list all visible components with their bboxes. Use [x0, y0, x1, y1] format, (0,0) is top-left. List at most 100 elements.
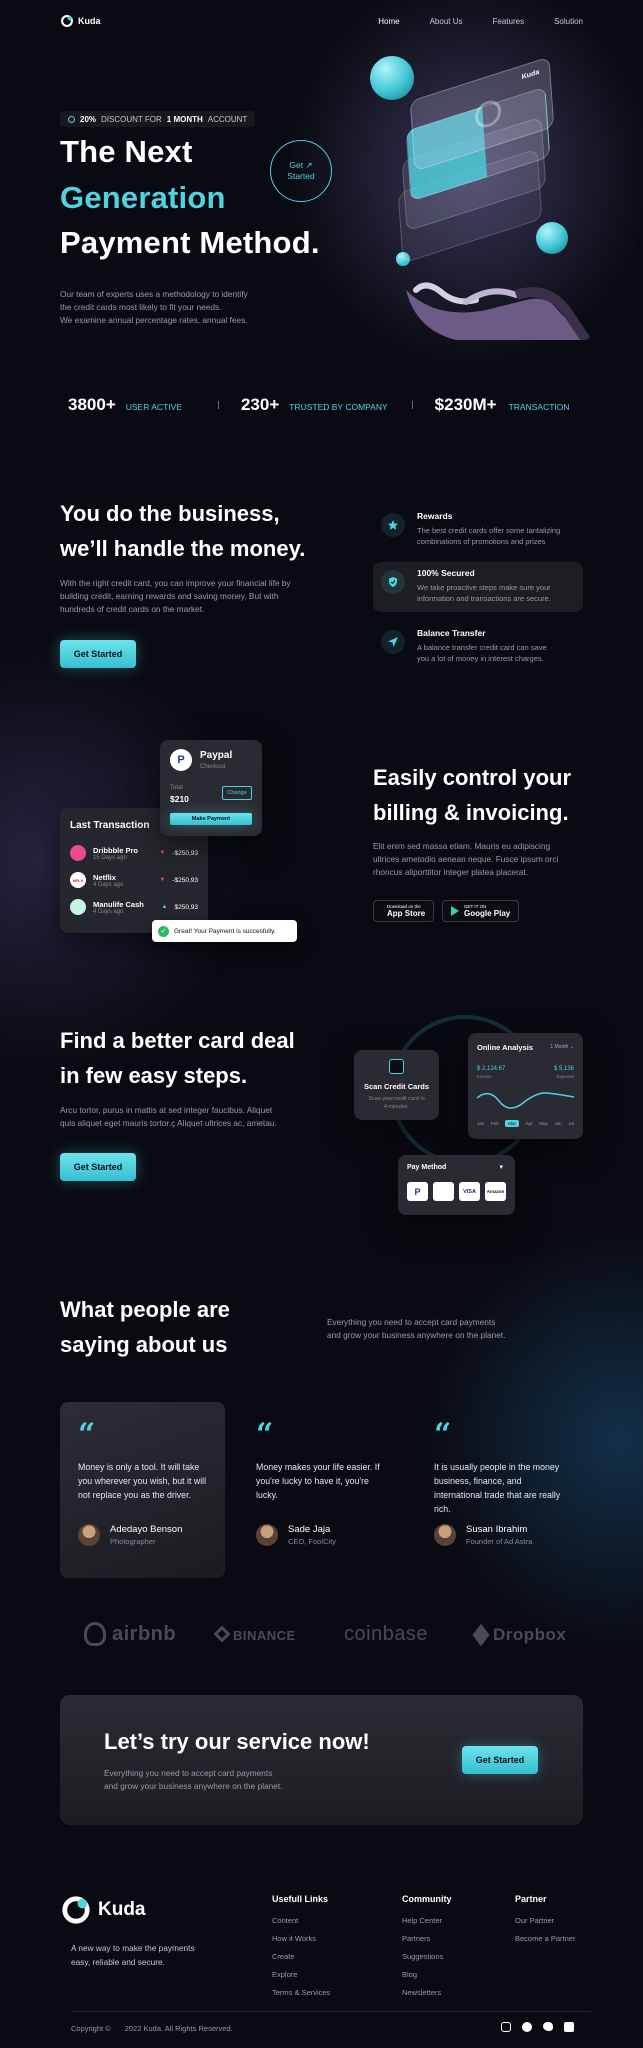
footer-link[interactable]: Suggestions [402, 1952, 452, 1961]
steps-get-started-button[interactable]: Get Started [60, 1153, 136, 1181]
testimonials-description: Everything you need to accept card payme… [327, 1316, 547, 1342]
footer-link[interactable]: Explore [272, 1970, 330, 1979]
amazon-option-icon[interactable]: Amazon [485, 1182, 506, 1201]
business-get-started-button[interactable]: Get Started [60, 640, 136, 668]
month-label[interactable]: Apr [526, 1121, 533, 1127]
paypal-checkout-card: P Paypal Checkout Total $210 Change Make… [160, 740, 262, 836]
transaction-row: Manulife Cash 4 Days ago ▲ $250,93 [70, 899, 198, 915]
facebook-icon[interactable] [522, 2022, 532, 2032]
analysis-income-label: Income [477, 1074, 492, 1079]
transaction-info: Manulife Cash 4 Days ago [93, 900, 155, 915]
app-store-button[interactable]: Download on the App Store [373, 900, 435, 922]
nav-solution[interactable]: Solution [554, 17, 583, 26]
paypal-name: Paypal [200, 750, 233, 761]
nav-features[interactable]: Features [493, 17, 525, 26]
month-label[interactable]: Jan [477, 1121, 484, 1127]
cta-get-started-button[interactable]: Get Started [462, 1746, 538, 1774]
transaction-info: Netflix 4 Days ago [93, 873, 152, 888]
teal-sphere-large [370, 56, 414, 100]
transaction-row: NFLX Netflix 4 Days ago ▼ -$250,93 [70, 872, 198, 888]
social-icons [501, 2022, 574, 2032]
change-button[interactable]: Change [222, 786, 252, 800]
twitter-icon[interactable] [543, 2022, 553, 2031]
billing-desc-line: rhoncus aliporttitor integer platea plac… [373, 867, 528, 877]
testimonial-person: Adedayo Benson Photographer [78, 1524, 182, 1546]
nav-about[interactable]: About Us [430, 17, 463, 26]
month-label[interactable]: Jun [554, 1121, 561, 1127]
transaction-amount: -$250,93 [172, 849, 198, 857]
footer-link[interactable]: Partners [402, 1934, 452, 1943]
footer-link[interactable]: Newsletters [402, 1988, 452, 1997]
apple-pay-option-icon[interactable] [433, 1182, 454, 1201]
month-label[interactable]: May [539, 1121, 548, 1127]
scan-icon [389, 1059, 404, 1074]
stats-bar: 3800+ USER ACTIVE 230+ TRUSTED BY COMPAN… [68, 393, 583, 417]
analysis-income-value: $ 2,124.67 [477, 1066, 506, 1072]
feature-desc-line: We take proactive steps make sure your [417, 583, 551, 592]
business-title-line: we’ll handle the money. [60, 536, 306, 561]
discount-badge: 20% DISCOUNT FOR 1 MONTH ACCOUNT [60, 111, 256, 127]
brand-logo[interactable]: Kuda [60, 14, 101, 28]
business-desc-line: hundreds of credit cards on the market. [60, 604, 205, 614]
feature-desc-line: information and transactions are secure. [417, 594, 551, 603]
footer-brand-name: Kuda [98, 1899, 146, 1920]
cta-title: Let’s try our service now! [104, 1729, 370, 1754]
person-role: CEO, FoolCity [288, 1537, 336, 1546]
footer-col-title: Community [402, 1894, 452, 1904]
footer-link[interactable]: Content [272, 1916, 330, 1925]
footer-link[interactable]: Blog [402, 1970, 452, 1979]
footer-col-title: Partner [515, 1894, 547, 1904]
hero-get-started-button[interactable]: Get ↗ Started [270, 140, 332, 202]
scan-title: Scan Credit Cards [363, 1082, 430, 1091]
total-value: $210 [170, 794, 189, 804]
footer-tagline: A new way to make the payments easy, rel… [71, 1941, 195, 1969]
footer-link[interactable]: How it Works [272, 1934, 330, 1943]
transaction-amount: -$250,93 [172, 876, 198, 884]
footer-copyright: Copyright © 2022 Kuda. All Rights Reserv… [71, 2024, 233, 2033]
testimonial-person: Susan Ibrahim Founder of Ad Astra [434, 1524, 532, 1546]
hero-description: Our team of experts uses a methodology t… [60, 288, 290, 327]
transaction-date: 4 Days ago [93, 908, 124, 915]
check-circle-icon: ✓ [158, 925, 169, 937]
card-brand: Kuda [521, 68, 540, 82]
avatar [78, 1524, 100, 1546]
hero-desc-line: Our team of experts uses a methodology t… [60, 289, 248, 299]
testimonial-quote: It is usually people in the money busine… [434, 1462, 561, 1514]
quote-icon: “ [78, 1417, 96, 1452]
month-label[interactable]: Jul [568, 1121, 574, 1127]
business-title: You do the business, we’ll handle the mo… [60, 496, 360, 566]
footer-link[interactable]: Terms & Services [272, 1988, 330, 1997]
google-play-button[interactable]: GET IT ON Google Play [442, 900, 520, 922]
footer-link[interactable]: Create [272, 1952, 330, 1961]
feature-desc-line: A balance transfer credit card can save [417, 643, 547, 652]
make-payment-button[interactable]: Make Payment [170, 813, 252, 825]
store-text: App Store [387, 909, 426, 918]
scan-desc: Scan yourcredit card in 4 minutes. [354, 1095, 439, 1111]
visa-option-icon[interactable]: VISA [459, 1182, 480, 1201]
paypal-option-icon[interactable]: P [407, 1182, 428, 1201]
footer-link[interactable]: Help Center [402, 1916, 452, 1925]
testimonials-desc-line: Everything you need to accept card payme… [327, 1317, 496, 1327]
nav-home[interactable]: Home [378, 17, 399, 26]
instagram-icon[interactable] [501, 2022, 511, 2032]
feature-desc-line: combinations of promotions and prizes [417, 537, 546, 546]
month-label-active[interactable]: Mar [505, 1120, 519, 1127]
paypal-sub: Checkout [200, 764, 226, 770]
cta-desc-line: Everything you need to accept card payme… [104, 1768, 273, 1778]
analysis-months: Jan Feb Mar Apr May Jun Jul [477, 1120, 574, 1127]
linkedin-icon[interactable] [564, 2022, 574, 2032]
billing-title: Easily control your billing & invoicing. [373, 760, 593, 830]
footer-link[interactable]: Our Partner [515, 1916, 575, 1925]
cta-section: Let’s try our service now! Everything yo… [60, 1695, 583, 1825]
stat-divider [411, 401, 413, 409]
footer-link[interactable]: Become a Partner [515, 1934, 575, 1943]
feature-title: Balance Transfer [417, 628, 486, 638]
testimonial-quote: Money makes your life easier. If you're … [256, 1462, 380, 1500]
month-label[interactable]: Feb [491, 1121, 499, 1127]
stat-value: $230M+ [434, 395, 497, 414]
person-name: Sade Jaja [288, 1524, 331, 1535]
online-analysis-card: Online Analysis 1 Month ⌄ $ 2,124.67 Inc… [468, 1033, 583, 1139]
chevron-down-icon[interactable]: ▾ [499, 1163, 503, 1171]
feature-title: 100% Secured [417, 568, 475, 578]
testimonial-quote: Money is only a tool. It will take you w… [78, 1462, 207, 1500]
